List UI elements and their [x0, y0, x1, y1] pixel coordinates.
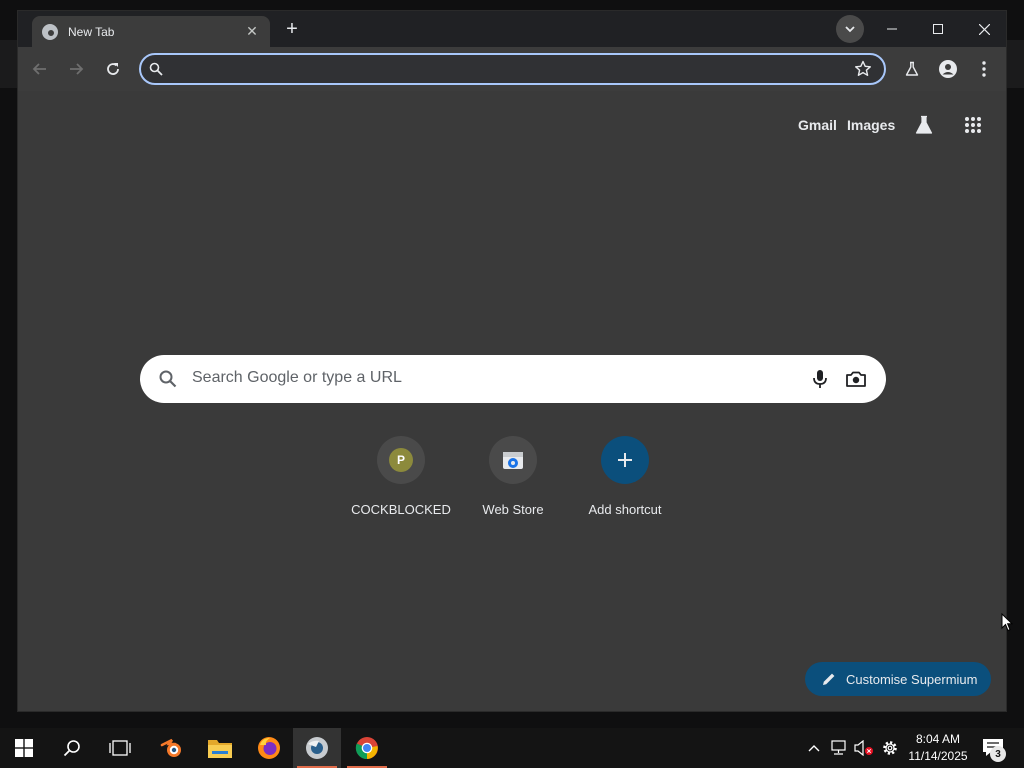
pencil-icon — [823, 673, 835, 685]
new-tab-page: Gmail Images Search Google or type a URL — [18, 91, 1006, 711]
search-icon — [63, 740, 80, 757]
browser-menu-button[interactable] — [970, 55, 998, 83]
shortcut-label: Web Store — [482, 502, 544, 517]
browser-app-icon — [306, 737, 328, 759]
tab-search-button[interactable] — [836, 15, 864, 43]
webstore-icon — [503, 452, 523, 469]
chrome-icon — [355, 737, 378, 760]
maximize-icon — [933, 24, 943, 34]
shortcut-icon-tile: P — [377, 436, 425, 484]
chevron-up-icon — [808, 745, 820, 752]
google-search-box[interactable]: Search Google or type a URL — [140, 355, 886, 403]
taskbar-clock[interactable]: 8:04 AM 11/14/2025 — [902, 731, 974, 765]
chevron-down-icon — [845, 26, 855, 33]
close-icon — [978, 23, 990, 35]
customise-label: Customise Supermium — [846, 671, 978, 687]
folder-icon — [208, 740, 232, 758]
windows-logo-icon — [15, 739, 33, 757]
tab-title: New Tab — [68, 24, 115, 39]
address-bar[interactable] — [139, 53, 886, 85]
task-view-icon — [109, 740, 131, 756]
apps-grid-icon — [965, 117, 981, 133]
back-arrow-icon — [32, 63, 46, 75]
chrome-favicon-icon — [42, 23, 58, 40]
network-status-button[interactable] — [829, 738, 849, 758]
blender-icon — [160, 738, 181, 757]
shortcut-tile[interactable]: Web Store — [457, 436, 569, 526]
new-tab-button[interactable]: + — [280, 17, 304, 41]
speaker-muted-icon — [854, 740, 873, 756]
show-hidden-icons-button[interactable] — [804, 738, 824, 758]
google-apps-button[interactable] — [961, 113, 985, 137]
labs-link[interactable] — [912, 113, 936, 137]
camera-search-icon[interactable] — [844, 367, 868, 391]
taskbar-app-browser[interactable] — [293, 728, 341, 768]
plus-icon — [618, 453, 632, 467]
start-button[interactable] — [0, 728, 48, 768]
browser-toolbar — [18, 47, 1006, 91]
taskbar-app-blender[interactable] — [148, 728, 196, 768]
close-window-button[interactable] — [961, 11, 1006, 47]
add-shortcut-button[interactable]: Add shortcut — [569, 436, 681, 526]
settings-tray-button[interactable] — [880, 738, 900, 758]
shortcut-icon-tile — [489, 436, 537, 484]
shortcut-icon-tile — [601, 436, 649, 484]
shortcut-label: COCKBLOCKED — [351, 502, 451, 517]
browser-window: New Tab ✕ + Gmail Images Search Google o… — [17, 10, 1007, 712]
back-button[interactable] — [26, 55, 54, 83]
more-vertical-icon — [982, 61, 986, 77]
tab-new-tab[interactable]: New Tab ✕ — [32, 16, 270, 47]
search-icon — [149, 62, 163, 76]
task-view-button[interactable] — [96, 728, 144, 768]
search-placeholder: Search Google or type a URL — [192, 369, 402, 386]
notification-count-badge: 3 — [990, 746, 1006, 762]
profile-button[interactable] — [934, 55, 962, 83]
taskbar-search-button[interactable] — [48, 728, 96, 768]
bookmark-star-icon[interactable] — [854, 60, 872, 78]
tab-close-icon[interactable]: ✕ — [244, 23, 260, 40]
taskbar-app-chrome[interactable] — [343, 728, 391, 768]
taskbar-app-file-explorer[interactable] — [196, 728, 244, 768]
labs-button[interactable] — [898, 55, 926, 83]
flask-icon — [915, 115, 933, 134]
gmail-link[interactable]: Gmail — [798, 117, 837, 133]
address-input[interactable] — [169, 55, 849, 83]
forward-button[interactable] — [62, 55, 90, 83]
mouse-cursor-icon — [1001, 613, 1013, 632]
taskbar-app-firefox[interactable] — [245, 728, 293, 768]
clock-date: 11/14/2025 — [908, 749, 968, 763]
reload-icon — [107, 63, 119, 75]
tab-strip: New Tab ✕ + — [18, 11, 1006, 47]
minimize-button[interactable] — [869, 11, 915, 47]
flask-icon — [905, 61, 919, 76]
network-icon — [831, 740, 846, 755]
volume-button[interactable] — [854, 738, 874, 758]
search-icon — [159, 370, 177, 388]
minimize-icon — [887, 28, 897, 30]
maximize-button[interactable] — [915, 11, 961, 47]
letter-avatar-icon: P — [389, 448, 413, 472]
shortcut-label: Add shortcut — [588, 502, 662, 517]
gear-icon — [883, 741, 897, 755]
clock-time: 8:04 AM — [915, 732, 961, 746]
firefox-icon — [258, 737, 280, 759]
customise-button[interactable]: Customise Supermium — [805, 662, 991, 696]
images-link[interactable]: Images — [847, 117, 895, 133]
microphone-icon[interactable] — [808, 367, 832, 391]
forward-arrow-icon — [70, 63, 84, 75]
profile-avatar-icon — [939, 60, 957, 78]
shortcut-tile[interactable]: P COCKBLOCKED — [345, 436, 457, 526]
reload-button[interactable] — [99, 55, 127, 83]
windows-taskbar: 8:04 AM 11/14/2025 3 — [0, 728, 1024, 768]
